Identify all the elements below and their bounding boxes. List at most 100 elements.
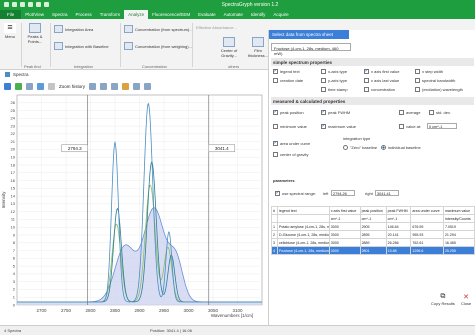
y-axis-icon[interactable] — [89, 82, 97, 90]
x-axis-last-value-checkbox[interactable]: x axis last value — [364, 78, 399, 83]
parameters-header: parameters — [273, 178, 295, 183]
x-step-width-checkbox[interactable]: x step width — [415, 69, 443, 74]
redo-icon[interactable] — [28, 2, 33, 7]
document-tab[interactable]: Spectra — [5, 72, 29, 77]
film-thickness-button[interactable]: Film thickness... — [246, 37, 270, 58]
legend-icon[interactable] — [122, 82, 130, 90]
peaks-points-button[interactable]: Peaks & Points... — [24, 23, 46, 44]
table-row[interactable]: 1Potato amylose (4-cm-1, 28s, medium, 46… — [271, 222, 475, 231]
menu-identify[interactable]: Identify — [247, 10, 270, 19]
menu-evaluate[interactable]: Evaluate — [194, 10, 220, 19]
undo-icon[interactable] — [20, 2, 25, 7]
area-under-curve-checkbox[interactable]: area under curve — [273, 140, 310, 146]
table-row[interactable]: 2D-Glucose (4-cm-1, 28s, medium, 460 mW)… — [271, 230, 475, 239]
menu-plot-view[interactable]: Plot/View — [21, 10, 48, 19]
legend-text-checkbox[interactable]: legend text — [273, 68, 300, 74]
refresh-icon[interactable] — [15, 82, 22, 90]
average-checkbox[interactable]: average — [399, 110, 420, 115]
y-tick-label: 3 — [13, 279, 16, 284]
menu-acquire[interactable]: Acquire — [269, 10, 292, 19]
zoom-in-icon[interactable] — [37, 82, 44, 90]
menu-transform[interactable]: Transform — [96, 10, 124, 19]
table-cell: 762.61 — [410, 238, 444, 247]
table-cell: 955.93 — [410, 230, 444, 239]
spectra-chart[interactable]: 0123456789101112131415161718192021222324… — [0, 91, 267, 325]
table-cell: 3000 — [328, 222, 361, 231]
table-row[interactable]: 4Fructose (4-cm-1, 28s, medium, 460 mW)3… — [271, 246, 475, 255]
menu-analyze[interactable]: Analyze — [124, 10, 149, 19]
concentration-weighing-button[interactable]: Concentration (from weighing)... — [124, 42, 192, 50]
integration-baseline-button[interactable]: Integration with Baseline — [54, 42, 109, 50]
separator — [120, 23, 121, 67]
grid-icon[interactable] — [111, 82, 119, 90]
center-of-gravity-checkbox[interactable]: center of gravity — [273, 152, 308, 157]
value-at-checkbox[interactable]: value at: — [399, 124, 421, 129]
minimum-value-checkbox[interactable]: minimum value — [273, 124, 307, 129]
use-spectral-range-checkbox[interactable]: use spectral range: — [275, 190, 316, 196]
std-dev-checkbox[interactable]: std. dev. — [429, 110, 451, 115]
individual-baseline-radio[interactable]: individual baseline — [381, 145, 421, 150]
left-label: left — [323, 191, 329, 196]
window-title: SpectraGryph version 1.2 — [221, 2, 279, 8]
zoom-out-icon[interactable] — [48, 82, 55, 90]
zero-baseline-radio[interactable]: "Zero" baseline — [343, 145, 377, 150]
open-icon[interactable] — [4, 2, 9, 7]
maximum-value-checkbox[interactable]: maximum value — [321, 123, 356, 129]
save-icon[interactable] — [12, 2, 17, 7]
export-icon[interactable] — [133, 82, 141, 90]
value-at-input[interactable]: 0 cm^-1 — [427, 123, 457, 129]
table-units-row[interactable]: cm^-1 cm^-1 cm^-1 Intensity/Counts — [271, 214, 475, 223]
settings-icon[interactable] — [44, 2, 49, 7]
select-data-button[interactable]: Select data from spectra sheet — [269, 30, 349, 39]
y-tick-label: 14 — [11, 193, 16, 198]
menu-automate[interactable]: Automate — [220, 10, 247, 19]
menu-fluorescence-eem[interactable]: Fluorescence/EEM — [148, 10, 194, 19]
simple-properties-header: simple spectrum properties — [271, 58, 474, 66]
concentration-spectrum-button[interactable]: Concentration (from spectrum)... — [124, 25, 193, 33]
y-tick-label: 18 — [11, 162, 16, 167]
x-axis-first-value-checkbox[interactable]: x axis first value — [364, 68, 399, 74]
spectrum-dropdown[interactable]: Fructose (4-cm-1, 28s, medium, 460 mW) — [271, 43, 351, 56]
effective-absorbance-button[interactable]: Effective Absorbance... — [196, 25, 237, 30]
zoom-all-icon[interactable] — [26, 82, 33, 90]
table-header-row[interactable]: # legend text x axis first value peak posit… — [271, 206, 475, 215]
integration-baseline-icon — [54, 42, 63, 50]
spectral-bandwidth-checkbox[interactable]: spectral bandwidth — [415, 78, 455, 83]
menu-file[interactable]: File — [0, 10, 22, 19]
menu-spectra[interactable]: Spectra — [48, 10, 72, 19]
peak-fwhm-checkbox[interactable]: peak FWHM — [321, 109, 350, 115]
table-row[interactable]: 3cellobiose (4-cm-1, 28s, medium, 460 mW… — [271, 238, 475, 247]
time-stamp-checkbox[interactable]: time stamp — [321, 87, 348, 92]
menu-process[interactable]: Process — [71, 10, 95, 19]
copy-icon: ⧉ — [440, 293, 446, 300]
table-cell: cm^-1 — [328, 214, 361, 223]
excitation-wavelength-checkbox[interactable]: (excitation) wavelength — [415, 87, 463, 92]
x-axis-icon[interactable] — [100, 82, 108, 90]
menu-button[interactable]: ≡ Menu — [3, 23, 17, 39]
x-tick-label: 2900 — [134, 308, 145, 313]
copy-results-button[interactable]: ⧉ Copy Results — [431, 293, 455, 306]
table-cell: 21.294 — [442, 230, 475, 239]
right-range-input[interactable]: 3041.41 — [375, 190, 399, 196]
peak-position-checkbox[interactable]: peak position — [273, 109, 304, 115]
y-axis-type-checkbox[interactable]: y-axis type — [321, 78, 347, 83]
center-of-gravity-button[interactable]: Center of Gravity... — [216, 37, 242, 58]
title-bar: SpectraGryph version 1.2 — [0, 0, 475, 10]
left-range-input[interactable]: 2794.26 — [331, 190, 355, 196]
x-axis-type-checkbox[interactable]: x-axis type — [321, 69, 347, 74]
close-button[interactable]: ✕ Close — [461, 293, 471, 306]
table-cell: Fructose (4-cm-1, 28s, medium, 460 mW) — [277, 246, 330, 255]
quick-access-toolbar — [4, 2, 49, 7]
x-tick-label: 2750 — [61, 308, 72, 313]
table-cell: peak FWHM — [385, 206, 412, 215]
table-cell: 3000 — [328, 238, 361, 247]
integration-area-button[interactable]: Integration Area — [54, 25, 93, 33]
copy-icon[interactable] — [144, 82, 152, 90]
creation-date-checkbox[interactable]: creation date — [273, 78, 303, 83]
table-cell: 3000 — [328, 230, 361, 239]
info-icon[interactable] — [4, 82, 11, 90]
zoom-history-label[interactable]: Zoom history — [59, 84, 85, 89]
concentration-checkbox[interactable]: concentration — [364, 87, 395, 92]
table-cell: 2801 — [359, 246, 387, 255]
print-icon[interactable] — [36, 2, 41, 7]
